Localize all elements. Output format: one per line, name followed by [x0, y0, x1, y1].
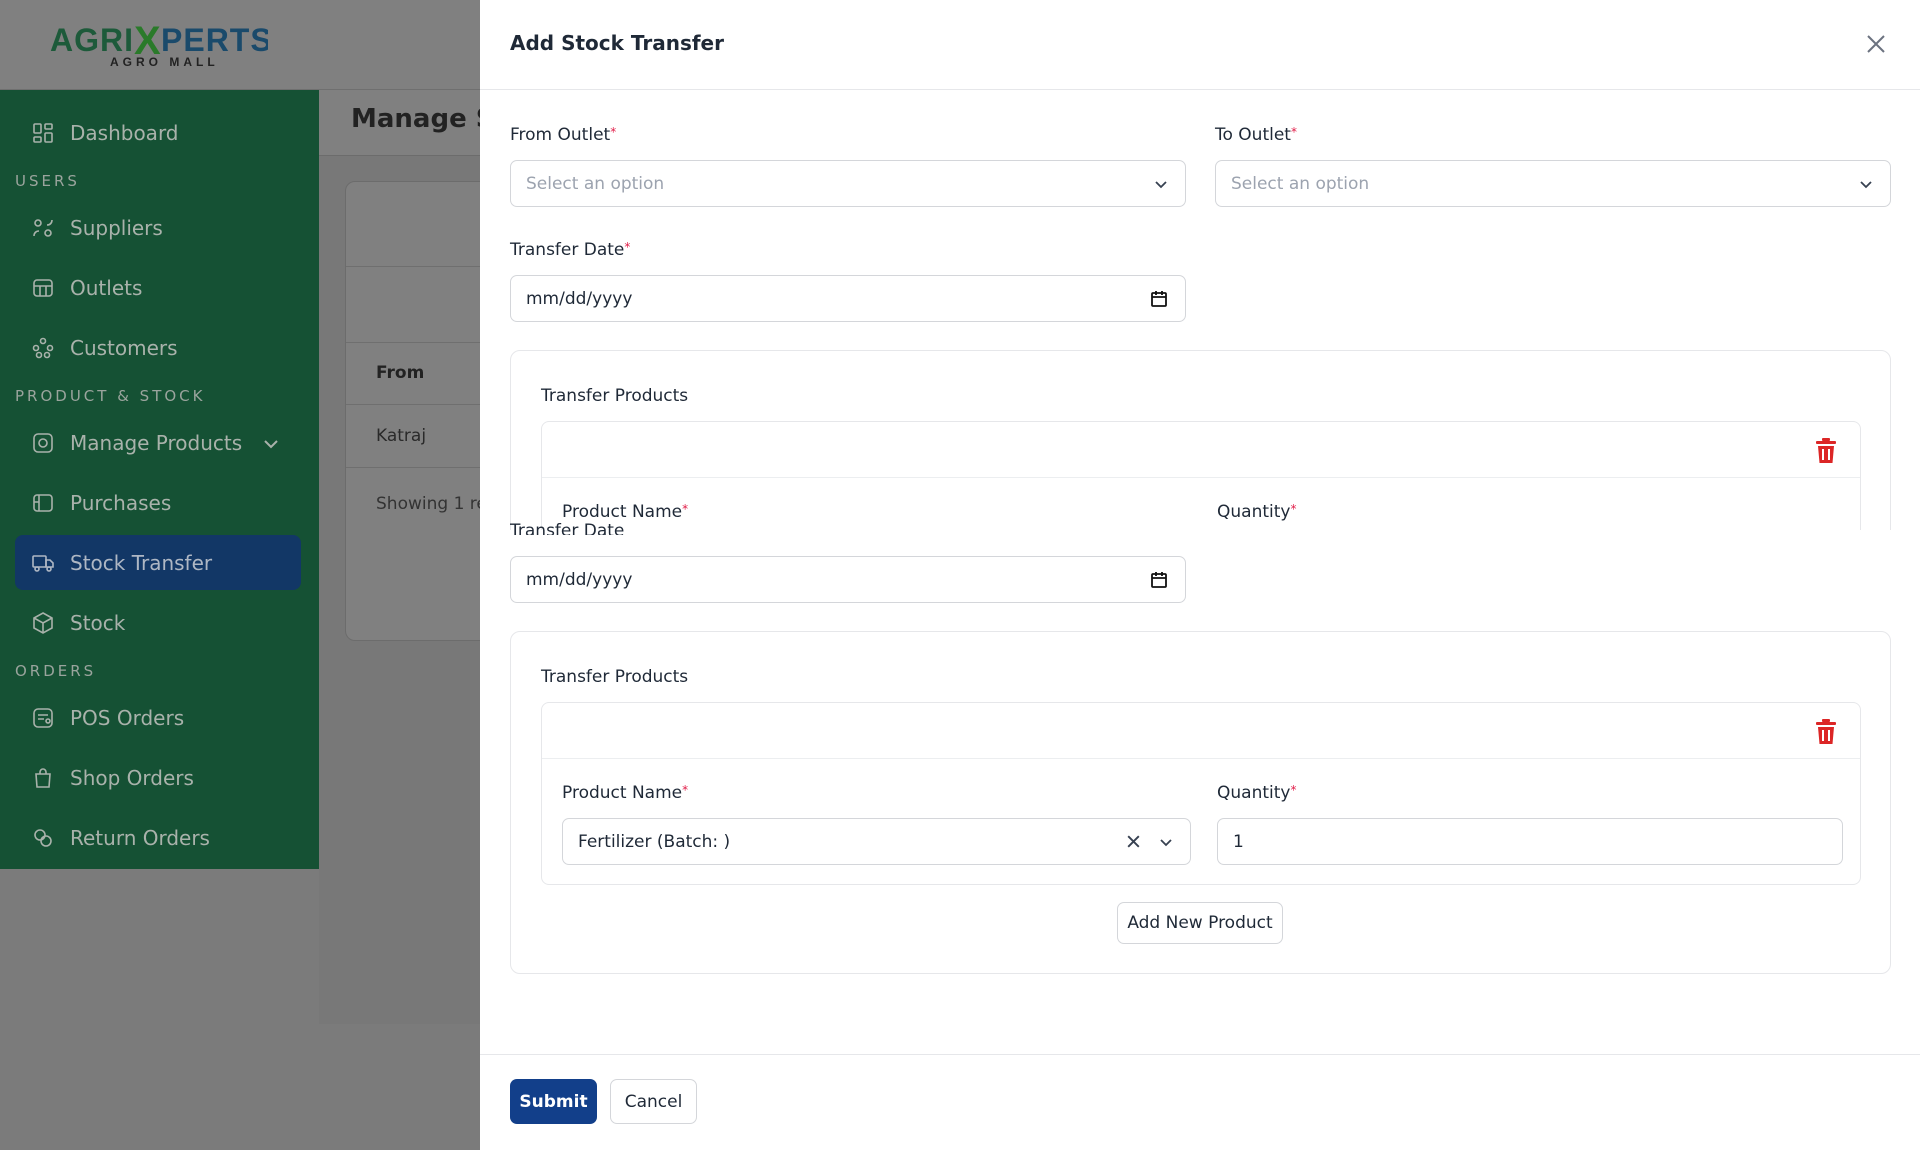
- product-row-box: Product Name* Fertilizer (Batch: ) Quant…: [541, 702, 1861, 885]
- sidebar-item-label: Purchases: [70, 490, 172, 515]
- drawer-header: Add Stock Transfer: [480, 0, 1920, 90]
- sidebar-item-manage-products[interactable]: Manage Products: [15, 415, 301, 470]
- product-name-label: Product Name*: [562, 783, 689, 803]
- transfer-products-title: Transfer Products: [541, 667, 689, 687]
- sidebar-item-purchases[interactable]: Purchases: [15, 475, 301, 530]
- section-product-stock: PRODUCT & STOCK: [15, 387, 206, 405]
- transfer-date-label: Transfer Date: [510, 521, 625, 535]
- sidebar: Dashboard USERS Suppliers Outlets Custom…: [0, 90, 319, 869]
- chevron-down-icon: [1160, 839, 1172, 847]
- sidebar-item-dashboard[interactable]: Dashboard: [15, 105, 301, 160]
- transfer-date-input[interactable]: mm/dd/yyyy: [510, 556, 1186, 603]
- product-row-box: Product Name* Quantity*: [541, 421, 1861, 530]
- drawer-title: Add Stock Transfer: [510, 31, 724, 55]
- table-cell-from: Katraj: [376, 426, 427, 446]
- calendar-icon[interactable]: [1149, 570, 1169, 590]
- svg-text:AGRO MALL: AGRO MALL: [110, 55, 219, 69]
- sidebar-item-pos-orders[interactable]: POS Orders: [15, 690, 301, 745]
- purchases-icon: [30, 490, 56, 516]
- add-new-product-button[interactable]: Add New Product: [1117, 902, 1283, 944]
- from-outlet-label: From Outlet*: [510, 125, 617, 145]
- drawer-footer: Submit Cancel: [480, 1054, 1920, 1150]
- quantity-input[interactable]: 1: [1217, 818, 1843, 865]
- chevron-down-icon: [1860, 181, 1872, 189]
- return-orders-icon: [30, 825, 56, 851]
- sidebar-item-label: Suppliers: [70, 215, 163, 240]
- sidebar-item-stock[interactable]: Stock: [15, 595, 301, 650]
- sidebar-item-label: Return Orders: [70, 825, 210, 850]
- product-row-header: [542, 703, 1860, 759]
- cancel-button[interactable]: Cancel: [610, 1079, 697, 1124]
- outlets-icon: [30, 275, 56, 301]
- transfer-products-title: Transfer Products: [541, 386, 689, 406]
- svg-text:AGRI: AGRI: [50, 22, 134, 58]
- sidebar-item-shop-orders[interactable]: Shop Orders: [15, 750, 301, 805]
- product-name-select[interactable]: Fertilizer (Batch: ): [562, 818, 1191, 865]
- transfer-date-input[interactable]: mm/dd/yyyy: [510, 275, 1186, 322]
- from-outlet-select[interactable]: Select an option: [510, 160, 1186, 207]
- trash-icon[interactable]: [1814, 438, 1838, 464]
- svg-text:PERTS: PERTS: [161, 22, 268, 58]
- sidebar-item-label: Stock Transfer: [70, 550, 213, 575]
- section-users: USERS: [15, 172, 80, 190]
- sidebar-item-suppliers[interactable]: Suppliers: [15, 200, 301, 255]
- stock-transfer-icon: [30, 550, 56, 576]
- sidebar-item-customers[interactable]: Customers: [15, 320, 301, 375]
- column-header-from: From: [376, 363, 425, 383]
- shop-orders-icon: [30, 765, 56, 791]
- quantity-label: Quantity*: [1217, 502, 1297, 522]
- sidebar-item-outlets[interactable]: Outlets: [15, 260, 301, 315]
- sidebar-item-label: Manage Products: [70, 430, 243, 455]
- customers-icon: [30, 335, 56, 361]
- product-row-header: [542, 422, 1860, 478]
- calendar-icon[interactable]: [1149, 289, 1169, 309]
- sidebar-item-label: Customers: [70, 335, 178, 360]
- sidebar-item-label: POS Orders: [70, 705, 185, 730]
- transfer-products-card: Transfer Products Product Name* Quantity…: [510, 350, 1891, 530]
- transfer-date-label: Transfer Date*: [510, 240, 631, 260]
- trash-icon[interactable]: [1814, 719, 1838, 745]
- add-stock-transfer-drawer: Add Stock Transfer From Outlet* Select a…: [480, 0, 1920, 1150]
- submit-button[interactable]: Submit: [510, 1079, 597, 1124]
- manage-products-icon: [30, 430, 56, 456]
- sidebar-item-label: Shop Orders: [70, 765, 194, 790]
- sidebar-item-stock-transfer[interactable]: Stock Transfer: [15, 535, 301, 590]
- clear-icon[interactable]: [1125, 833, 1142, 850]
- suppliers-icon: [30, 215, 56, 241]
- chevron-down-icon: [1155, 181, 1167, 189]
- form-scroll-area: From Outlet* Select an option To Outlet*…: [480, 90, 1920, 530]
- sidebar-item-label: Stock: [70, 610, 126, 635]
- chevron-down-icon[interactable]: [262, 434, 280, 452]
- logo: AGRI X PERTS AGRO MALL: [48, 18, 268, 70]
- sidebar-item-label: Outlets: [70, 275, 143, 300]
- product-name-label: Product Name*: [562, 502, 689, 522]
- pos-orders-icon: [30, 705, 56, 731]
- sidebar-item-label: Dashboard: [70, 120, 179, 145]
- quantity-label: Quantity*: [1217, 783, 1297, 803]
- dashboard-icon: [30, 120, 56, 146]
- stock-icon: [30, 610, 56, 636]
- transfer-products-card: Transfer Products Product Name* Fertiliz…: [510, 631, 1891, 974]
- to-outlet-select[interactable]: Select an option: [1215, 160, 1891, 207]
- sidebar-item-return-orders[interactable]: Return Orders: [15, 810, 301, 865]
- close-icon[interactable]: [1862, 30, 1890, 58]
- to-outlet-label: To Outlet*: [1215, 125, 1297, 145]
- section-orders: ORDERS: [15, 662, 97, 680]
